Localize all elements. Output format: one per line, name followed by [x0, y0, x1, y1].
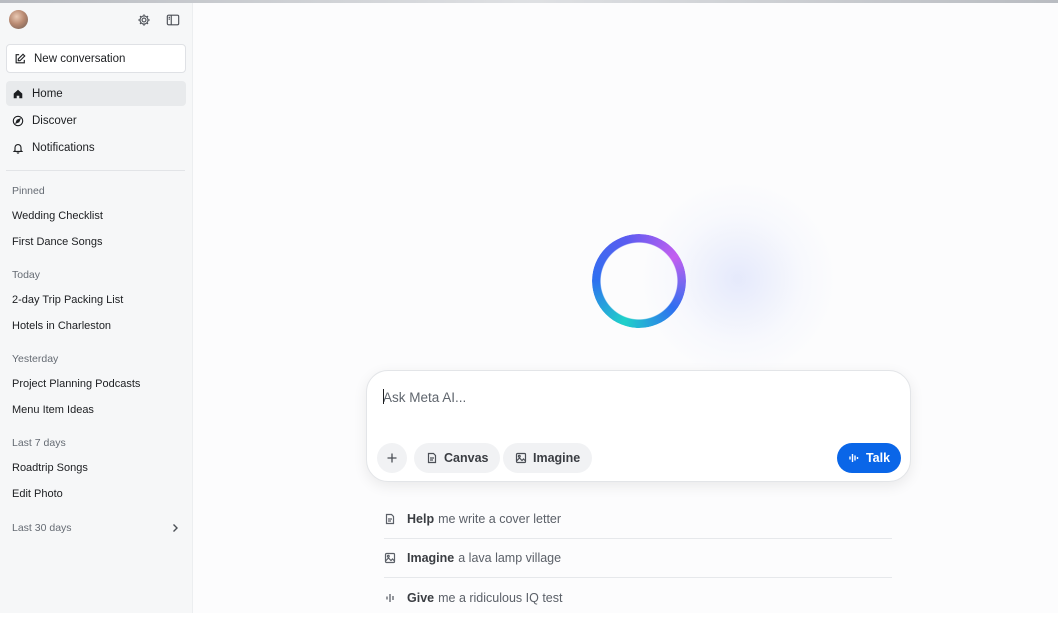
add-attachment-button[interactable]	[377, 443, 407, 473]
sidebar-item-label: Home	[32, 87, 63, 100]
suggestion-text: a lava lamp village	[458, 551, 562, 565]
chevron-right-icon	[173, 524, 178, 532]
new-conversation-label: New conversation	[34, 52, 126, 65]
conversation-item[interactable]: Hotels in Charleston	[12, 320, 111, 332]
conversation-item[interactable]: 2-day Trip Packing List	[12, 294, 123, 306]
sidebar-nav: Home Discover Notifications	[6, 81, 186, 162]
conversation-item[interactable]: Roadtrip Songs	[12, 462, 88, 474]
suggestion-verb: Help	[407, 512, 435, 526]
waveform-icon	[386, 593, 394, 602]
imagine-label: Imagine	[533, 451, 581, 465]
edit-icon	[15, 52, 26, 63]
plus-icon	[387, 453, 397, 463]
conversation-item[interactable]: Edit Photo	[12, 488, 63, 500]
image-icon	[384, 552, 396, 564]
image-icon	[515, 452, 527, 464]
home-icon	[13, 89, 23, 98]
main-content: Canvas Imagine Talk	[193, 3, 1058, 613]
conversation-item[interactable]: First Dance Songs	[12, 236, 102, 248]
section-label-yesterday: Yesterday	[12, 353, 59, 365]
app-window: New conversation Home Discover Notificat…	[0, 3, 1058, 613]
conversation-item[interactable]: Wedding Checklist	[12, 210, 103, 222]
meta-ai-ring-logo	[592, 234, 686, 328]
document-icon	[385, 513, 395, 525]
suggestion-item[interactable]: Help me write a cover letter	[384, 500, 892, 539]
waveform-icon	[849, 454, 859, 462]
canvas-label: Canvas	[444, 451, 489, 465]
conversation-item[interactable]: Menu Item Ideas	[12, 404, 94, 416]
suggestion-text: me write a cover letter	[438, 512, 562, 526]
imagine-button[interactable]: Imagine	[503, 443, 593, 473]
avatar[interactable]	[9, 10, 28, 29]
suggestion-item[interactable]: Imagine a lava lamp village	[384, 539, 892, 578]
talk-button[interactable]: Talk	[837, 443, 901, 473]
talk-label: Talk	[865, 451, 891, 465]
canvas-button[interactable]: Canvas	[414, 443, 501, 473]
section-label-last-30-days: Last 30 days	[12, 522, 72, 534]
text-caret	[383, 389, 384, 404]
sidebar-item-home[interactable]: Home	[6, 81, 186, 106]
sidebar-item-notifications[interactable]: Notifications	[6, 135, 186, 160]
last-30-days-toggle[interactable]: Last 30 days	[12, 521, 180, 535]
compass-icon	[12, 115, 24, 126]
ask-input[interactable]	[383, 387, 863, 407]
sidebar-toggle-icon[interactable]	[165, 12, 181, 28]
sidebar-item-label: Discover	[32, 114, 77, 127]
sidebar-item-label: Notifications	[32, 141, 95, 154]
sidebar-item-discover[interactable]: Discover	[6, 108, 186, 133]
suggestion-list: Help me write a cover letter Imagine a l…	[384, 500, 892, 617]
composer: Canvas Imagine Talk	[366, 370, 911, 482]
suggestion-item[interactable]: Give me a ridiculous IQ test	[384, 578, 892, 617]
section-label-pinned: Pinned	[12, 185, 45, 197]
conversation-item[interactable]: Project Planning Podcasts	[12, 378, 140, 390]
canvas-icon	[427, 452, 437, 464]
sidebar-divider	[6, 170, 185, 171]
section-label-today: Today	[12, 269, 41, 281]
suggestion-text: me a ridiculous IQ test	[438, 590, 563, 605]
bell-icon	[12, 143, 24, 154]
suggestion-verb: Give	[407, 590, 435, 605]
settings-gear-icon[interactable]	[136, 12, 152, 28]
suggestion-verb: Imagine	[407, 551, 455, 565]
sidebar-header	[0, 3, 192, 41]
new-conversation-button[interactable]: New conversation	[6, 44, 186, 73]
section-label-last-7-days: Last 7 days	[12, 437, 66, 449]
sidebar: New conversation Home Discover Notificat…	[0, 3, 193, 613]
